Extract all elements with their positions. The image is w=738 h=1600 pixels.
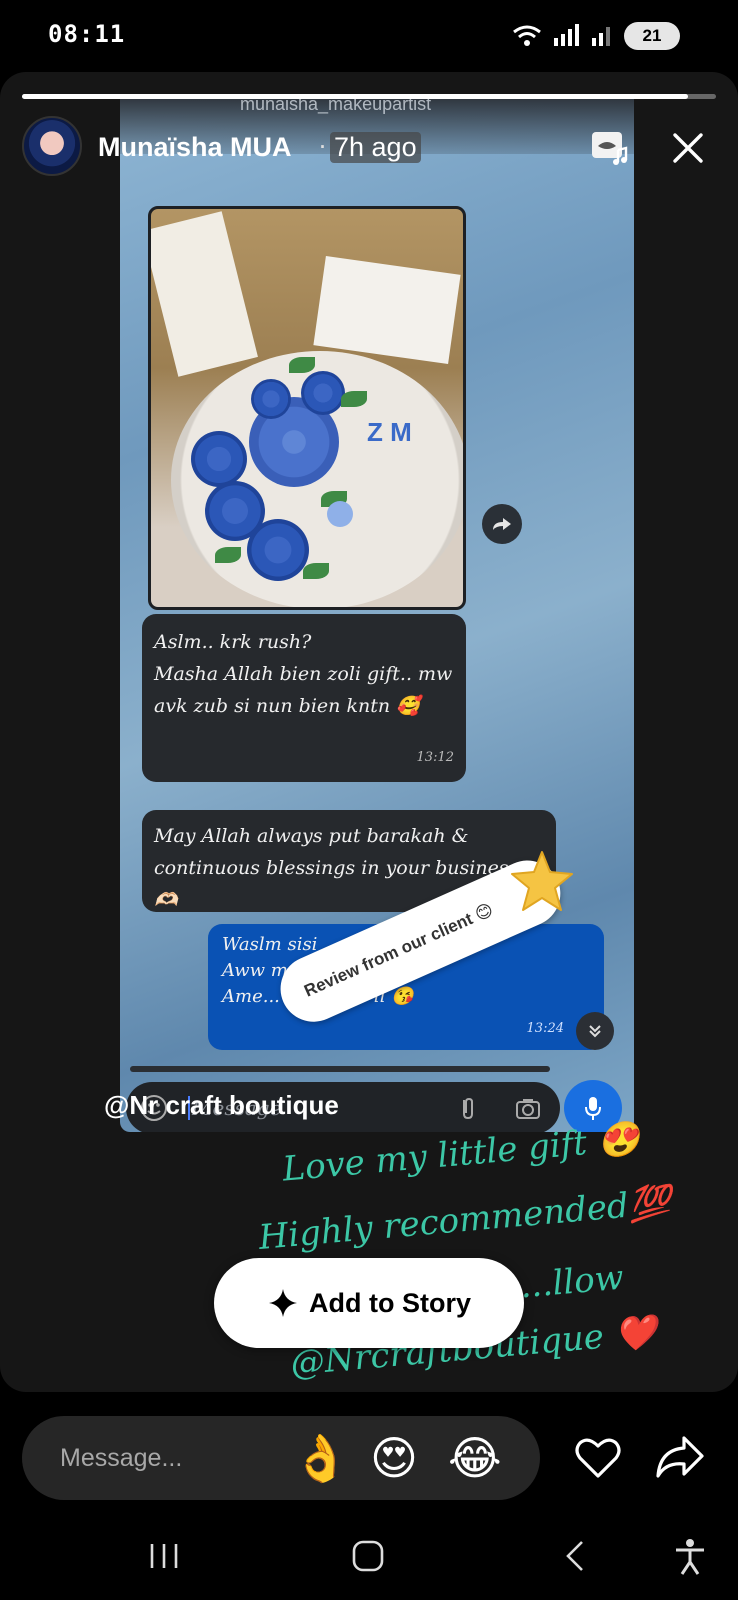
scroll-down-icon[interactable] — [576, 1012, 614, 1050]
divider — [130, 1066, 550, 1072]
battery-indicator: 21 — [624, 22, 680, 50]
back-icon[interactable] — [556, 1536, 596, 1576]
wifi-icon — [513, 25, 541, 46]
story-progress-fill — [22, 94, 689, 99]
status-bar: 08:11 21 — [0, 0, 738, 72]
gift-photo: Z M — [148, 206, 466, 610]
add-to-story-button[interactable]: Add to Story — [214, 1258, 524, 1348]
status-time: 08:11 — [48, 20, 126, 48]
story-progress-bar — [22, 94, 716, 99]
story-time-ago: 7h ago — [330, 132, 421, 163]
quick-reaction-heart-eyes[interactable]: 😍 — [370, 1428, 418, 1488]
reply-placeholder: Message... — [60, 1444, 183, 1472]
reply-message-input[interactable]: Message... 👌 😍 😂 — [22, 1416, 540, 1500]
thank-you-card — [151, 211, 258, 377]
camera-icon — [516, 1099, 540, 1119]
system-nav-bar — [0, 1510, 738, 1600]
share-icon[interactable] — [654, 1434, 706, 1480]
status-icons: 21 — [512, 22, 680, 50]
chat-message-1-time: 13:12 — [416, 750, 454, 765]
mention-tag[interactable]: @Nr craft boutique — [104, 1090, 339, 1121]
story-username[interactable]: Munaïsha MUA — [98, 132, 292, 163]
signal-icon-2 — [592, 27, 610, 46]
forward-icon[interactable] — [482, 504, 522, 544]
sparkle-icon — [269, 1289, 297, 1317]
quick-reaction-ok[interactable]: 👌 — [292, 1428, 349, 1488]
accessibility-icon[interactable] — [670, 1536, 710, 1576]
attach-icon — [463, 1097, 473, 1120]
chat-message-1-text: Aslm.. krk rush? Masha Allah bien zoli g… — [154, 631, 453, 717]
story-header: Munaïsha MUA · 7h ago — [22, 116, 716, 180]
caption-line-3: ...llow — [518, 1257, 626, 1307]
add-to-story-label: Add to Story — [309, 1287, 471, 1318]
signal-icon — [554, 24, 579, 46]
flower-cake-image: Z M — [171, 351, 463, 607]
chat-message-3-time: 13:24 — [526, 1021, 564, 1036]
quick-reaction-laugh[interactable]: 😂 — [448, 1428, 502, 1488]
story-viewer[interactable]: munaisha_makeupartist Z M Aslm.. krk rus… — [0, 72, 738, 1392]
like-heart-icon[interactable] — [574, 1434, 622, 1480]
separator-dot: · — [318, 130, 327, 160]
music-icon[interactable] — [590, 128, 630, 168]
craft-brand-card — [313, 255, 461, 365]
home-icon[interactable] — [348, 1536, 388, 1576]
avatar[interactable] — [22, 116, 82, 176]
caption-line-2: Highly recommended💯 — [257, 1182, 673, 1258]
recent-apps-icon[interactable] — [144, 1536, 184, 1576]
star-icon — [511, 851, 573, 911]
chat-message-1: Aslm.. krk rush? Masha Allah bien zoli g… — [142, 614, 466, 782]
close-icon[interactable] — [670, 130, 706, 166]
